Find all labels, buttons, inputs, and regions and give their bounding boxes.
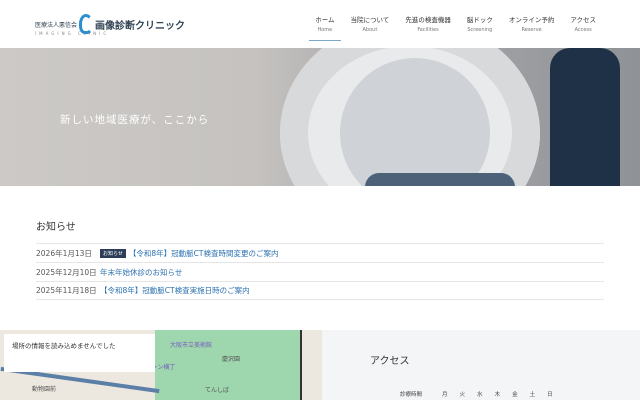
- day-wed: 水: [477, 392, 483, 398]
- logo-sub: IMAGING CLINIC: [35, 31, 110, 36]
- map-rail: [300, 330, 302, 400]
- nav-label: 先進の検査機器: [405, 16, 451, 24]
- hero-banner: 新しい地域医療が、ここから: [0, 48, 640, 186]
- news-badge: お知らせ: [100, 248, 126, 258]
- news-date: 2025年12月10日: [36, 267, 97, 277]
- day-sun: 日: [547, 392, 553, 398]
- site-header: 医療法人悪信会 画像診断クリニック IMAGING CLINIC ホーム Home…: [0, 0, 640, 48]
- logo-prefix: 医療法人悪信会: [35, 21, 78, 29]
- news-heading: お知らせ: [36, 222, 76, 233]
- news-title-link[interactable]: 【令和8年】冠動脈CT検査時間変更のご案内: [129, 248, 279, 259]
- google-map[interactable]: 大阪市立美術館 慶沢園 ジャンジャン横丁 てんしば 動物園前 場所の情報を読み込…: [0, 330, 322, 400]
- nav-label: 脳ドック: [466, 16, 493, 24]
- nav-sublabel: About: [362, 27, 378, 33]
- day-sat: 土: [529, 392, 536, 398]
- nav-sublabel: Reserve: [521, 27, 542, 33]
- news-item[interactable]: 2025年12月10日 年末年始休診のお知らせ: [36, 262, 604, 281]
- day-thu: 木: [494, 392, 501, 398]
- nav-label: アクセス: [570, 16, 596, 24]
- map-label: 動物園前: [32, 386, 57, 393]
- map-label: 慶沢園: [222, 356, 241, 363]
- map-label: 大阪市立美術館: [170, 342, 213, 349]
- hours-label: 診療時間: [400, 392, 423, 398]
- nav-access[interactable]: アクセス Access: [562, 14, 604, 36]
- map-label: てんしば: [205, 387, 230, 394]
- nav-facilities[interactable]: 先進の検査機器 Facilities: [397, 14, 459, 36]
- news-item[interactable]: 2026年1月13日 お知らせ 【令和8年】冠動脈CT検査時間変更のご案内: [36, 243, 604, 262]
- news-date: 2026年1月13日: [36, 248, 92, 258]
- day-tue: 火: [459, 392, 466, 398]
- nav-home[interactable]: ホーム Home: [307, 14, 342, 41]
- news-section: お知らせ 2026年1月13日 お知らせ 【令和8年】冠動脈CT検査時間変更のご案内…: [36, 218, 604, 300]
- news-date: 2025年11月18日: [36, 286, 97, 295]
- nav-reserve[interactable]: オンライン予約 Reserve: [501, 14, 563, 36]
- nav-label: 当院について: [350, 16, 390, 24]
- day-mon: 月: [442, 392, 448, 398]
- access-heading: アクセス: [370, 356, 410, 367]
- clinic-logo[interactable]: 医療法人悪信会 画像診断クリニック IMAGING CLINIC: [35, 12, 185, 36]
- nav-sublabel: Facilities: [417, 27, 439, 33]
- logo-name: 画像診断クリニック: [95, 20, 186, 32]
- nav-about[interactable]: 当院について About: [343, 14, 398, 36]
- nav-sublabel: Screening: [467, 27, 493, 33]
- news-item[interactable]: 2025年11月18日 【令和8年】冠動脈CT検査実施日時のご案内: [36, 281, 604, 300]
- access-section: 大阪市立美術館 慶沢園 ジャンジャン横丁 てんしば 動物園前 場所の情報を読み込…: [0, 330, 640, 400]
- nav-sublabel: Home: [317, 27, 333, 33]
- hero-tagline: 新しい地域医療が、ここから: [60, 114, 210, 126]
- nav-screening[interactable]: 脳ドック Screening: [459, 14, 501, 36]
- nav-sublabel: Access: [574, 27, 592, 33]
- main-nav: ホーム Home 当院について About 先進の検査機器 Facilities 脳ド…: [307, 14, 604, 41]
- hours-table-header: 診療時間 月 火 水 木 金 土 日: [400, 390, 553, 398]
- nav-label: オンライン予約: [508, 16, 555, 24]
- map-error-message: 場所の情報を読み込めませんでした: [4, 334, 155, 372]
- nav-label: ホーム: [315, 16, 335, 24]
- patient-image: [365, 173, 515, 186]
- staff-image: [550, 48, 620, 186]
- news-title-link[interactable]: 年末年始休診のお知らせ: [100, 267, 182, 278]
- day-fri: 金: [512, 392, 518, 398]
- news-title-link[interactable]: 【令和8年】冠動脈CT検査実施日時のご案内: [100, 285, 250, 296]
